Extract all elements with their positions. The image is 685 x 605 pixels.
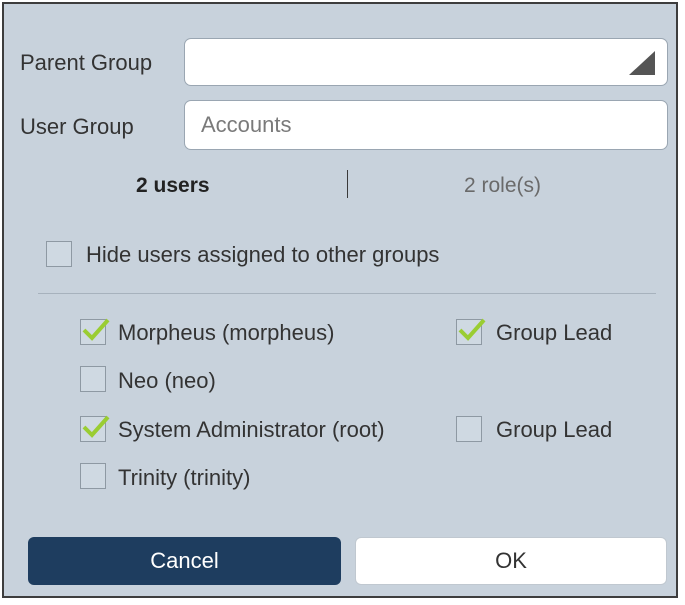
tab-users[interactable]: 2 users — [136, 174, 210, 198]
user-label-root: System Administrator (root) — [118, 417, 385, 442]
cancel-button[interactable]: Cancel — [28, 537, 341, 585]
user-label-trinity: Trinity (trinity) — [118, 465, 251, 490]
user-group-label: User Group — [20, 114, 134, 139]
checkmark-icon — [458, 318, 486, 341]
user-label-morpheus: Morpheus (morpheus) — [118, 320, 335, 345]
role-checkbox-root-group-lead[interactable] — [456, 416, 482, 442]
checkmark-icon — [82, 415, 110, 438]
parent-group-label: Parent Group — [20, 50, 153, 75]
hide-assigned-checkbox[interactable] — [46, 241, 72, 267]
user-group-input[interactable]: Accounts — [184, 100, 668, 150]
user-checkbox-trinity[interactable] — [80, 463, 106, 489]
user-label-neo: Neo (neo) — [118, 368, 216, 393]
user-checkbox-root[interactable] — [80, 415, 110, 442]
hide-assigned-label: Hide users assigned to other groups — [86, 242, 440, 267]
role-label-root: Group Lead — [496, 417, 613, 442]
user-checkbox-morpheus[interactable] — [80, 318, 110, 345]
user-checkbox-neo[interactable] — [80, 366, 106, 392]
role-label-morpheus: Group Lead — [496, 320, 613, 345]
tab-roles[interactable]: 2 role(s) — [464, 174, 541, 198]
dropdown-arrow-icon[interactable] — [629, 51, 655, 75]
ok-button[interactable]: OK — [355, 537, 667, 585]
tab-divider — [347, 170, 348, 198]
user-group-value: Accounts — [201, 112, 292, 137]
role-checkbox-morpheus-group-lead[interactable] — [456, 318, 486, 345]
parent-group-dropdown[interactable] — [184, 38, 668, 86]
user-group-dialog: Parent Group User Group Accounts 2 users… — [2, 2, 678, 598]
divider — [38, 293, 656, 294]
checkmark-icon — [82, 318, 110, 341]
